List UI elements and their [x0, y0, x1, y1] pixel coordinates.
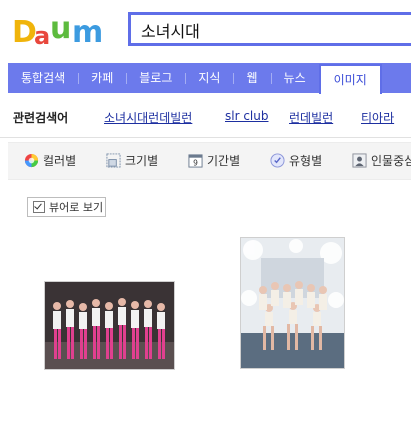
search-box[interactable] [128, 12, 411, 46]
svg-text:u: u [50, 11, 71, 46]
header: D a u m [0, 0, 411, 62]
related-link[interactable]: slr club [225, 109, 269, 123]
filter-color[interactable]: 컬러별 [24, 152, 76, 169]
checkbox-icon [33, 201, 45, 213]
related-link[interactable]: 소녀시대런데빌런 [104, 109, 192, 126]
color-wheel-icon [24, 153, 39, 168]
filter-period-label: 기간별 [207, 154, 241, 168]
viewer-mode-button[interactable]: 뷰어로 보기 [27, 197, 106, 217]
svg-text:9: 9 [193, 159, 198, 168]
type-icon [270, 153, 285, 168]
tab-image[interactable]: 이미지 [318, 64, 382, 94]
tab-cafe[interactable]: 카페 [78, 63, 126, 93]
person-icon [352, 153, 367, 168]
filter-bar: 컬러별 크기별 9 기간별 유형별 인물중심 [8, 142, 411, 180]
filter-person-label: 인물중심 [371, 154, 411, 168]
tab-knowledge[interactable]: 지식 [185, 63, 233, 93]
search-input[interactable] [139, 15, 403, 45]
related-title: 관련검색어 [13, 111, 69, 125]
calendar-icon: 9 [188, 154, 203, 168]
result-image-2[interactable] [240, 237, 345, 369]
size-icon [106, 153, 121, 168]
filter-period[interactable]: 9 기간별 [188, 152, 240, 169]
svg-text:a: a [34, 22, 50, 50]
search-tabs: 통합검색 카페 블로그 지식 웹 뉴스 이미지 [8, 63, 411, 94]
tab-blog[interactable]: 블로그 [126, 63, 185, 93]
filter-color-label: 컬러별 [43, 154, 77, 168]
group-photo-1-image [45, 282, 174, 369]
daum-logo[interactable]: D a u m [12, 10, 112, 50]
related-link[interactable]: 런데빌런 [289, 109, 333, 126]
viewer-mode-label: 뷰어로 보기 [49, 201, 104, 214]
group-photo-2-image [241, 238, 344, 368]
filter-person[interactable]: 인물중심 [352, 152, 411, 169]
svg-text:m: m [72, 15, 103, 50]
tab-integrated[interactable]: 통합검색 [8, 63, 78, 93]
related-link[interactable]: 티아라 [361, 109, 394, 126]
filter-type[interactable]: 유형별 [270, 152, 322, 169]
filter-size-label: 크기별 [125, 154, 159, 168]
result-image-1[interactable] [44, 281, 175, 370]
filter-size[interactable]: 크기별 [106, 152, 158, 169]
tab-news[interactable]: 뉴스 [270, 63, 319, 93]
related-searches: 관련검색어 소녀시대런데빌런 slr club 런데빌런 티아라 [0, 97, 411, 138]
tab-web[interactable]: 웹 [233, 63, 270, 93]
filter-type-label: 유형별 [289, 154, 323, 168]
